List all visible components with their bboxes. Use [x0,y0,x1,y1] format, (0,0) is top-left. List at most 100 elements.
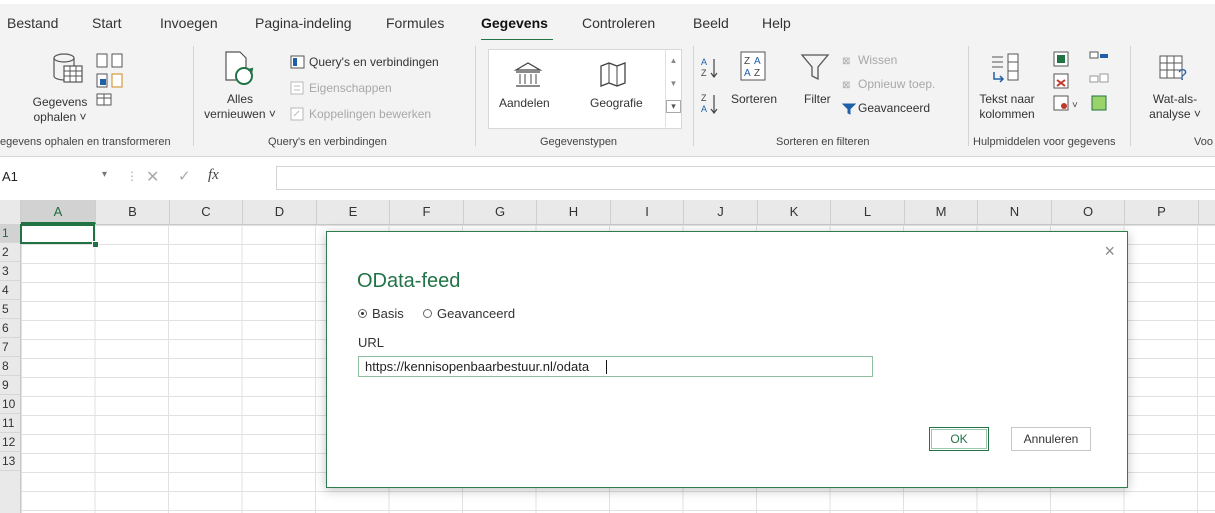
tab-invoegen[interactable]: Invoegen [160,15,218,31]
what-if-label-2: analyse ˅ [1149,107,1201,121]
column-header[interactable]: I [611,200,684,224]
active-cell[interactable] [20,224,95,244]
group-separator [968,46,969,146]
column-header[interactable]: L [831,200,905,224]
tab-bestand[interactable]: Bestand [7,15,58,31]
select-all-corner[interactable] [0,200,21,224]
tab-gegevens[interactable]: Gegevens [481,15,548,31]
filter-funnel-icon [800,54,830,81]
clear-filter-button[interactable]: Wissen [858,53,897,68]
column-headers: A B C D E F G H I J K L M N O P [0,200,1215,225]
properties-button[interactable]: Eigenschappen [309,81,392,96]
formula-input[interactable] [276,166,1215,190]
fill-handle[interactable] [92,241,99,248]
svg-text:A: A [754,56,761,67]
column-header[interactable]: A [21,200,96,224]
edit-links-button[interactable]: Koppelingen bewerken [309,107,431,122]
column-header[interactable]: K [758,200,831,224]
url-input[interactable] [358,356,873,377]
row-header[interactable]: 12 [0,433,20,452]
group-label-get-data: egevens ophalen en transformeren [0,136,171,148]
cancel-entry-icon[interactable]: ✕ [146,167,159,187]
column-header[interactable]: J [684,200,758,224]
edit-links-icon [290,107,304,121]
get-data-button[interactable]: Gegevens ophalen ˅ [30,95,90,125]
row-headers: 1 2 3 4 5 6 7 8 9 10 11 12 13 [0,224,21,513]
group-label-datatypes: Gegevenstypen [540,136,618,148]
queries-connections-button[interactable]: Query's en verbindingen [309,55,439,70]
gallery-more-icon[interactable]: ▾ [666,100,681,113]
row-header[interactable]: 3 [0,262,20,281]
tab-pagina-indeling[interactable]: Pagina-indeling [255,15,352,31]
text-to-columns-button[interactable]: Tekst naar kolommen [972,92,1042,122]
reapply-button[interactable]: Opnieuw toep. [858,77,935,92]
sort-button[interactable]: Sorteren [731,92,777,107]
radio-advanced[interactable]: Geavanceerd [423,306,515,321]
radio-selected-icon [358,309,367,318]
formula-bar-grip-icon[interactable]: ⋮ [126,169,138,183]
svg-text:˅: ˅ [1072,100,1078,111]
column-header[interactable]: B [96,200,170,224]
name-box-dropdown-icon[interactable]: ▾ [102,169,107,180]
url-label: URL [358,335,385,350]
group-separator [475,46,476,146]
svg-text:A: A [701,104,707,114]
tab-start[interactable]: Start [92,15,122,31]
row-header[interactable]: 8 [0,357,20,376]
confirm-entry-icon[interactable]: ✓ [178,167,191,185]
row-header[interactable]: 1 [0,224,20,243]
column-header[interactable]: H [537,200,611,224]
column-header[interactable]: N [978,200,1052,224]
row-header[interactable]: 9 [0,376,20,395]
row-header[interactable]: 11 [0,414,20,433]
text-caret [606,360,607,374]
odata-feed-dialog: × OData-feed Basis Geavanceerd URL OK An… [326,231,1128,488]
data-tools-icons[interactable]: ˅ [1050,50,1114,126]
gallery-down-icon[interactable]: ▼ [666,79,681,88]
tab-beeld[interactable]: Beeld [693,15,729,31]
radio-basic[interactable]: Basis [358,306,404,321]
column-header[interactable]: D [243,200,317,224]
what-if-analysis-button[interactable]: Wat-als- analyse ˅ [1140,92,1210,122]
ok-button[interactable]: OK [929,427,989,451]
column-header[interactable]: P [1125,200,1199,224]
column-header[interactable]: C [170,200,243,224]
row-header[interactable]: 2 [0,243,20,262]
radio-unselected-icon [423,309,432,318]
radio-advanced-label: Geavanceerd [437,306,516,321]
column-header[interactable]: G [464,200,537,224]
geography-button[interactable]: Geografie [590,96,643,111]
group-separator [193,46,194,146]
data-source-icons[interactable] [95,52,155,108]
row-header[interactable]: 6 [0,319,20,338]
stocks-button[interactable]: Aandelen [499,96,550,111]
tab-formules[interactable]: Formules [386,15,444,31]
svg-text:A: A [701,57,707,67]
svg-text:?: ? [1178,67,1187,84]
insert-function-icon[interactable]: fx [208,167,219,184]
column-header[interactable]: E [317,200,390,224]
row-header[interactable]: 5 [0,300,20,319]
gallery-scroll[interactable]: ▲ ▼ ▾ [665,50,681,127]
cancel-button[interactable]: Annuleren [1011,427,1091,451]
row-header[interactable]: 13 [0,452,20,471]
gallery-up-icon[interactable]: ▲ [666,56,681,65]
advanced-filter-button[interactable]: Geavanceerd [858,101,930,116]
column-header[interactable]: M [905,200,978,224]
column-header[interactable]: F [390,200,464,224]
filter-button[interactable]: Filter [804,92,831,107]
stocks-bank-icon [513,62,543,87]
row-header[interactable]: 10 [0,395,20,414]
sort-za-icon[interactable]: Z A [700,92,720,116]
row-header[interactable]: 4 [0,281,20,300]
refresh-all-button[interactable]: Alles vernieuwen ˅ [200,92,280,122]
tab-help[interactable]: Help [762,15,791,31]
close-icon[interactable]: × [1104,241,1115,262]
sort-az-icon[interactable]: A Z [700,56,720,80]
tab-controleren[interactable]: Controleren [582,15,655,31]
group-separator [1130,46,1131,146]
svg-text:A: A [744,68,751,79]
column-header[interactable]: O [1052,200,1125,224]
row-header[interactable]: 7 [0,338,20,357]
properties-icon [290,81,304,95]
